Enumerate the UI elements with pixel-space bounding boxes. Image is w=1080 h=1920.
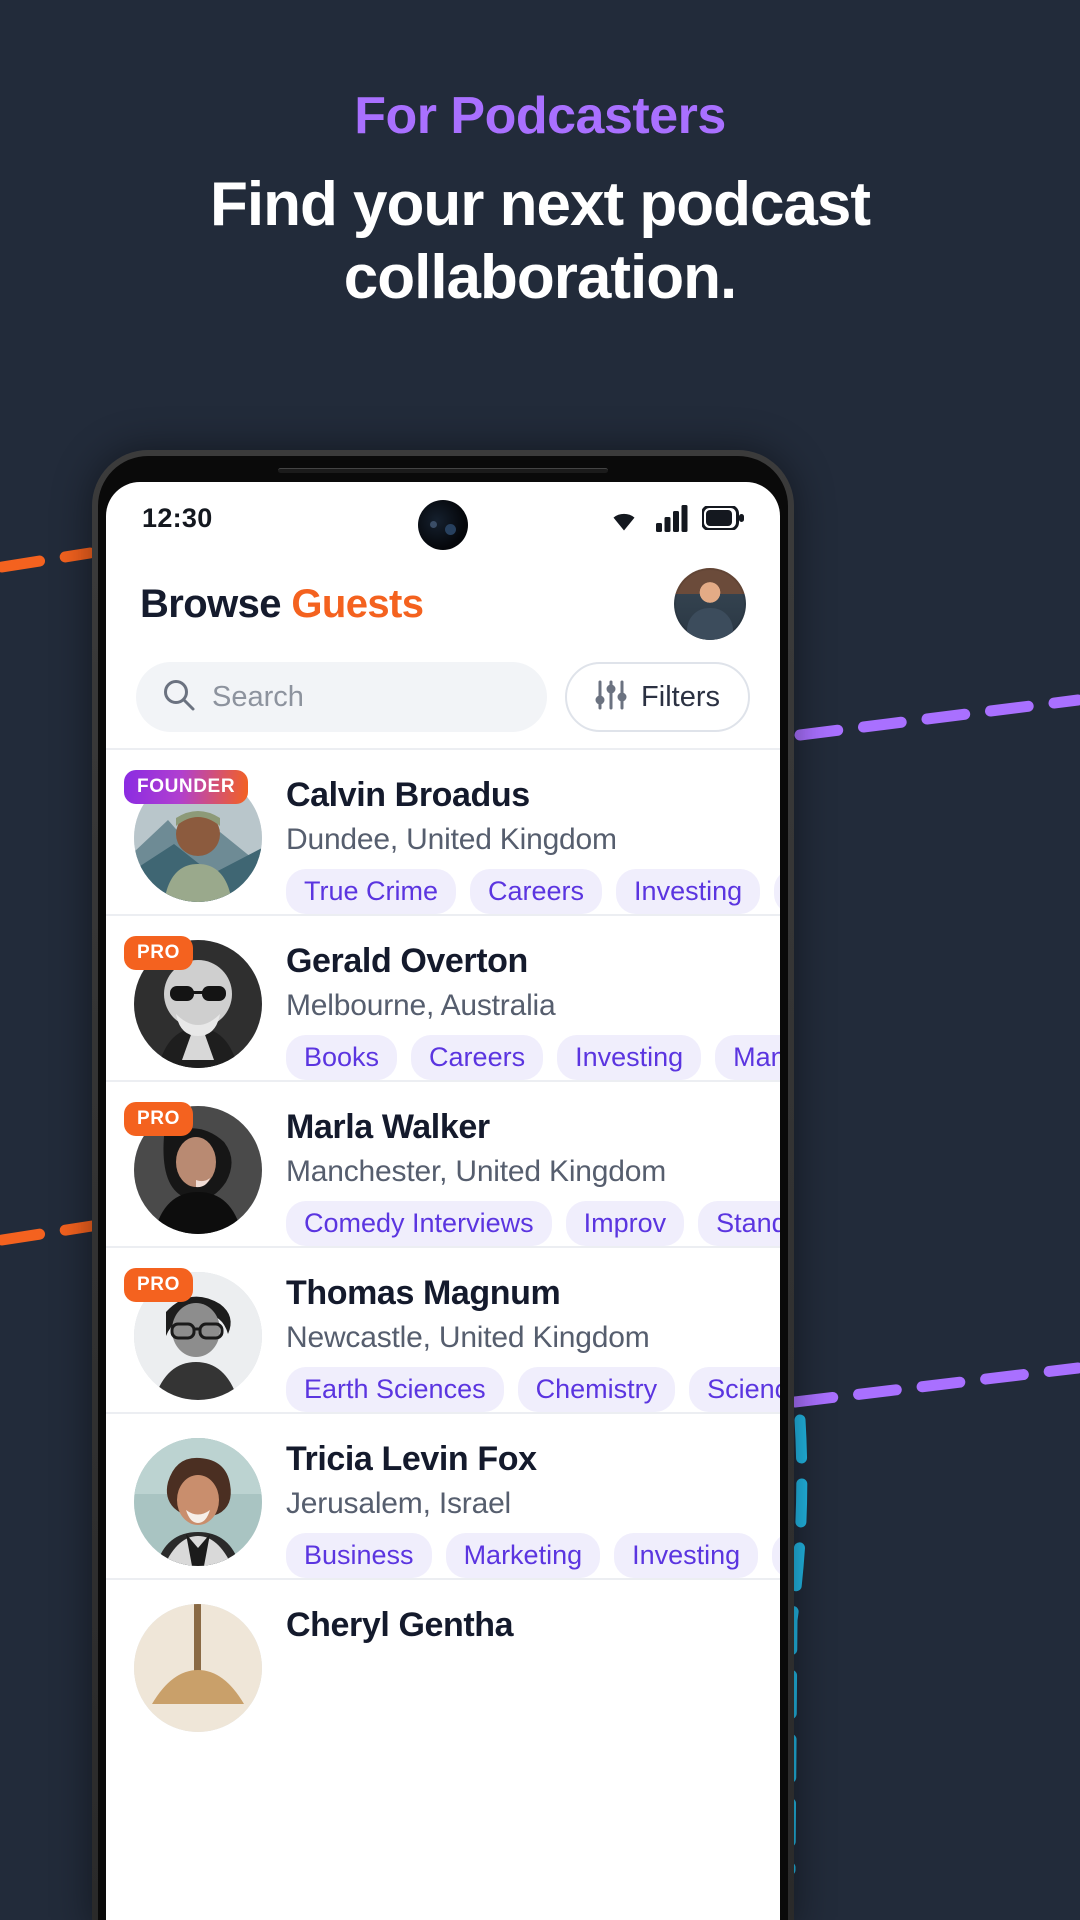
- promo-screenshot: For Podcasters Find your next podcast co…: [0, 0, 1080, 1920]
- guest-info: Marla Walker Manchester, United Kingdom …: [286, 1106, 780, 1246]
- topic-tags: Earth SciencesChemistryScienceTrue Crime: [286, 1367, 780, 1412]
- search-icon: [162, 678, 196, 717]
- list-item[interactable]: PRO: [106, 1246, 780, 1412]
- front-camera-punchhole: [418, 500, 468, 550]
- status-badge: PRO: [124, 1268, 193, 1302]
- guest-info: Gerald Overton Melbourne, Australia Book…: [286, 940, 780, 1080]
- guest-info: Thomas Magnum Newcastle, United Kingdom …: [286, 1272, 780, 1412]
- cellular-signal-icon: [656, 504, 688, 532]
- screen-title-accent: Guests: [291, 581, 424, 626]
- guest-info: Calvin Broadus Dundee, United Kingdom Tr…: [286, 774, 780, 914]
- eyebrow-text: For Podcasters: [354, 87, 726, 145]
- filters-label: Filters: [641, 680, 720, 713]
- guest-location: Newcastle, United Kingdom: [286, 1321, 650, 1354]
- list-item[interactable]: Cheryl Gentha: [106, 1578, 780, 1744]
- topic-tag[interactable]: Investing: [616, 869, 761, 914]
- guest-name: Cheryl Gentha: [286, 1606, 514, 1644]
- guest-photo-wrap: PRO: [124, 1102, 262, 1234]
- list-item[interactable]: FOUNDER Calvin Broadus Dundee, United Ki…: [106, 748, 780, 914]
- app-header: Browse Guests: [106, 554, 780, 644]
- guest-name: Calvin Broadus: [286, 776, 530, 814]
- list-item[interactable]: PRO: [106, 1080, 780, 1246]
- guest-name: Tricia Levin Fox: [286, 1440, 537, 1478]
- guest-name: Gerald Overton: [286, 942, 528, 980]
- guest-list: FOUNDER Calvin Broadus Dundee, United Ki…: [106, 748, 780, 1744]
- topic-tag[interactable]: Earth Sciences: [286, 1367, 504, 1412]
- earpiece-speaker: [278, 468, 608, 473]
- phone-mockup: 12:30 Browse Guests Search Filters FOUND…: [92, 450, 794, 1920]
- topic-tag[interactable]: Entrepreneurship: [772, 1533, 780, 1578]
- status-badge: PRO: [124, 936, 193, 970]
- topic-tag[interactable]: Investing: [614, 1533, 759, 1578]
- topic-tags: True CrimeCareersInvestingBooksDesign: [286, 869, 780, 914]
- guest-name: Thomas Magnum: [286, 1274, 561, 1312]
- guest-location: Jerusalem, Israel: [286, 1487, 512, 1520]
- screen-title: Browse Guests: [140, 581, 424, 627]
- avatar: [134, 1604, 262, 1732]
- guest-name: Marla Walker: [286, 1108, 490, 1146]
- status-badge: PRO: [124, 1102, 193, 1136]
- search-row: Search Filters: [106, 644, 780, 748]
- topic-tag[interactable]: Careers: [470, 869, 603, 914]
- filters-button[interactable]: Filters: [565, 662, 750, 732]
- wifi-icon: [606, 505, 642, 532]
- topic-tag[interactable]: Books: [774, 869, 780, 914]
- topic-tag[interactable]: Improv: [565, 1201, 685, 1246]
- avatar[interactable]: [674, 568, 746, 640]
- guest-info: Cheryl Gentha: [286, 1604, 780, 1657]
- topic-tags: Business Marketing Investing Entrepreneursh…: [286, 1533, 780, 1578]
- screen-title-primary: Browse: [140, 581, 282, 626]
- topic-tag[interactable]: Comedy Interviews: [286, 1201, 552, 1246]
- guest-photo-wrap: FOUNDER: [124, 770, 262, 902]
- guest-location: Melbourne, Australia: [286, 989, 556, 1022]
- status-badge: FOUNDER: [124, 770, 249, 804]
- avatar: [134, 1438, 262, 1566]
- battery-icon: [702, 506, 744, 530]
- topic-tag[interactable]: True Crime: [286, 869, 457, 914]
- topic-tag[interactable]: Books: [286, 1035, 398, 1080]
- list-item[interactable]: Tricia Levin Fox Jerusalem, Israel Busin…: [106, 1412, 780, 1578]
- list-item[interactable]: PRO: [106, 914, 780, 1080]
- topic-tags: Comedy InterviewsImprovStand-UpTrue Crim…: [286, 1201, 780, 1246]
- search-placeholder: Search: [212, 680, 304, 713]
- topic-tags: BooksCareersInvestingManagementTech: [286, 1035, 780, 1080]
- guest-location: Manchester, United Kingdom: [286, 1155, 667, 1188]
- topic-tag[interactable]: Stand-Up: [698, 1201, 780, 1246]
- topic-tag[interactable]: Chemistry: [517, 1367, 676, 1412]
- topic-tag[interactable]: Careers: [411, 1035, 544, 1080]
- headline-line-1: Find your next podcast: [209, 170, 871, 239]
- guest-photo-wrap: PRO: [124, 1268, 262, 1400]
- status-bar: 12:30: [106, 482, 780, 554]
- topic-tag[interactable]: Business: [286, 1533, 432, 1578]
- status-time: 12:30: [142, 502, 213, 533]
- page-title: Find your next podcast collaboration.: [90, 168, 990, 314]
- topic-tag[interactable]: Marketing: [445, 1533, 601, 1578]
- guest-photo-wrap: PRO: [124, 936, 262, 1068]
- phone-screen: 12:30 Browse Guests Search Filters FOUND…: [106, 482, 780, 1920]
- sliders-icon: [595, 680, 627, 715]
- topic-tag[interactable]: Management: [715, 1035, 780, 1080]
- guest-photo-wrap: [134, 1604, 262, 1732]
- search-input[interactable]: Search: [136, 662, 548, 732]
- guest-info: Tricia Levin Fox Jerusalem, Israel Busin…: [286, 1438, 780, 1578]
- topic-tag[interactable]: Science: [689, 1367, 780, 1412]
- guest-location: Dundee, United Kingdom: [286, 823, 617, 856]
- topic-tag[interactable]: Investing: [557, 1035, 702, 1080]
- headline-line-2: collaboration.: [343, 243, 737, 313]
- guest-photo-wrap: [134, 1438, 262, 1566]
